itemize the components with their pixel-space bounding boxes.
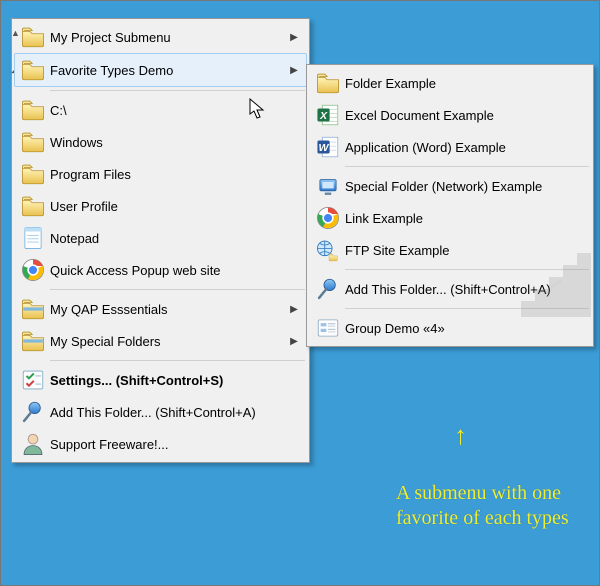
menu-separator: [345, 269, 589, 270]
notepad-icon: [16, 225, 50, 251]
menu-item[interactable]: FTP Site Example: [309, 234, 591, 266]
menu-item[interactable]: Quick Access Popup web site: [14, 254, 307, 286]
menu-separator: [345, 308, 589, 309]
menu-item[interactable]: My Project Submenu▶: [14, 21, 307, 53]
menu-item-label: Program Files: [50, 167, 287, 182]
menu-item-label: Folder Example: [345, 76, 571, 91]
menu-item-label: Group Demo «4»: [345, 321, 571, 336]
pin-icon: [16, 399, 50, 425]
menu-item-label: My QAP Esssentials: [50, 302, 287, 317]
menu-item-label: Add This Folder... (Shift+Control+A): [50, 405, 287, 420]
excel-icon: [311, 102, 345, 128]
menu-item[interactable]: My Special Folders▶: [14, 325, 307, 357]
annotation-text: A submenu with one favorite of each type…: [396, 481, 586, 531]
menu-item[interactable]: Link Example: [309, 202, 591, 234]
menu-item[interactable]: Excel Document Example: [309, 99, 591, 131]
menu-item[interactable]: Settings... (Shift+Control+S): [14, 364, 307, 396]
ftp-icon: [311, 237, 345, 263]
submenu-arrow-icon: ▶: [287, 65, 301, 76]
folder-special-icon: [16, 328, 50, 354]
menu-item-label: Link Example: [345, 211, 571, 226]
folder-special-icon: [16, 296, 50, 322]
folder-icon: [16, 57, 50, 83]
folder-icon: [16, 129, 50, 155]
menu-item[interactable]: Group Demo «4»: [309, 312, 591, 344]
menu-item-label: C:\: [50, 103, 287, 118]
menu-item[interactable]: My QAP Esssentials▶: [14, 293, 307, 325]
settings-icon: [16, 367, 50, 393]
group-icon: [311, 315, 345, 341]
menu-item[interactable]: Special Folder (Network) Example: [309, 170, 591, 202]
context-menu-sub[interactable]: Folder Example Excel Document Example Appl…: [306, 64, 594, 347]
menu-item[interactable]: Program Files: [14, 158, 307, 190]
menu-item-label: Quick Access Popup web site: [50, 263, 287, 278]
menu-item-label: My Special Folders: [50, 334, 287, 349]
folder-icon: [16, 161, 50, 187]
menu-separator: [345, 166, 589, 167]
menu-item-label: Support Freeware!...: [50, 437, 287, 452]
chrome-icon: [16, 257, 50, 283]
menu-item-label: FTP Site Example: [345, 243, 571, 258]
menu-item[interactable]: Application (Word) Example: [309, 131, 591, 163]
word-icon: [311, 134, 345, 160]
menu-separator: [50, 90, 305, 91]
folder-icon: [16, 193, 50, 219]
menu-item-label: Settings... (Shift+Control+S): [50, 373, 287, 388]
chrome-icon: [311, 205, 345, 231]
user-icon: [16, 431, 50, 457]
menu-item[interactable]: Folder Example: [309, 67, 591, 99]
menu-item[interactable]: Support Freeware!...: [14, 428, 307, 460]
menu-item-label: Application (Word) Example: [345, 140, 571, 155]
menu-item-label: My Project Submenu: [50, 30, 287, 45]
network-icon: [311, 173, 345, 199]
menu-separator: [50, 289, 305, 290]
menu-item-label: Favorite Types Demo: [50, 63, 287, 78]
menu-item-label: User Profile: [50, 199, 287, 214]
menu-item-label: Notepad: [50, 231, 287, 246]
menu-separator: [50, 360, 305, 361]
submenu-arrow-icon: ▶: [287, 304, 301, 315]
menu-item[interactable]: User Profile: [14, 190, 307, 222]
menu-item-label: Excel Document Example: [345, 108, 571, 123]
menu-item-label: Special Folder (Network) Example: [345, 179, 571, 194]
annotation-arrow: ↑: [454, 420, 467, 451]
submenu-arrow-icon: ▶: [287, 336, 301, 347]
context-menu-main[interactable]: ▲ ◢ ▷ My Project Submenu▶Favorite Types …: [11, 18, 310, 463]
menu-item[interactable]: Add This Folder... (Shift+Control+A): [14, 396, 307, 428]
submenu-arrow-icon: ▶: [287, 32, 301, 43]
menu-item[interactable]: C:\: [14, 94, 307, 126]
menu-item[interactable]: Favorite Types Demo▶: [14, 53, 307, 87]
menu-item[interactable]: Windows: [14, 126, 307, 158]
folder-icon: [311, 70, 345, 96]
menu-item-label: Windows: [50, 135, 287, 150]
menu-item[interactable]: Notepad: [14, 222, 307, 254]
menu-item[interactable]: Add This Folder... (Shift+Control+A): [309, 273, 591, 305]
menu-item-label: Add This Folder... (Shift+Control+A): [345, 282, 571, 297]
folder-icon: [16, 24, 50, 50]
pin-icon: [311, 276, 345, 302]
folder-icon: [16, 97, 50, 123]
